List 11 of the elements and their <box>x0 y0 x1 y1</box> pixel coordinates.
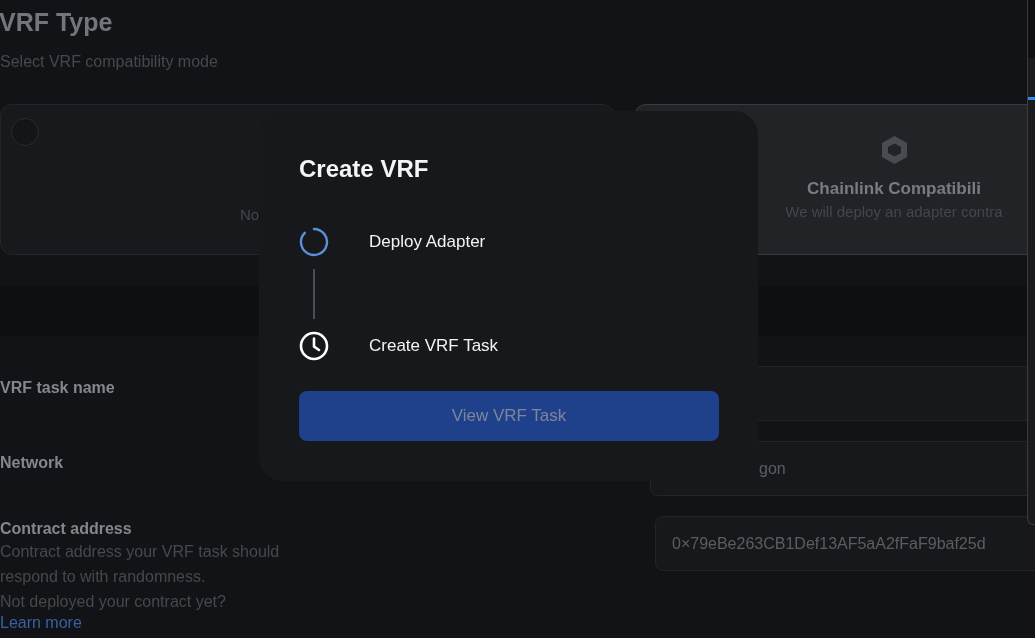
field-label: VRF task name <box>0 378 115 398</box>
section-title: VRF Type <box>0 7 113 37</box>
modal-title: Create VRF <box>299 154 429 184</box>
field-label: Network <box>0 453 64 473</box>
card-title: Chainlink Compatibili <box>807 179 981 199</box>
step-label: Deploy Adapter <box>369 232 486 252</box>
input-field[interactable]: 0×79eBe263CB1Def13AF5aA2fFaF9baf25d <box>655 516 1035 571</box>
learn-more-link[interactable]: Learn more <box>0 614 82 632</box>
step-label: Create VRF Task <box>369 336 499 356</box>
field-label: Contract address <box>0 519 132 539</box>
hexagon-icon <box>880 135 908 165</box>
